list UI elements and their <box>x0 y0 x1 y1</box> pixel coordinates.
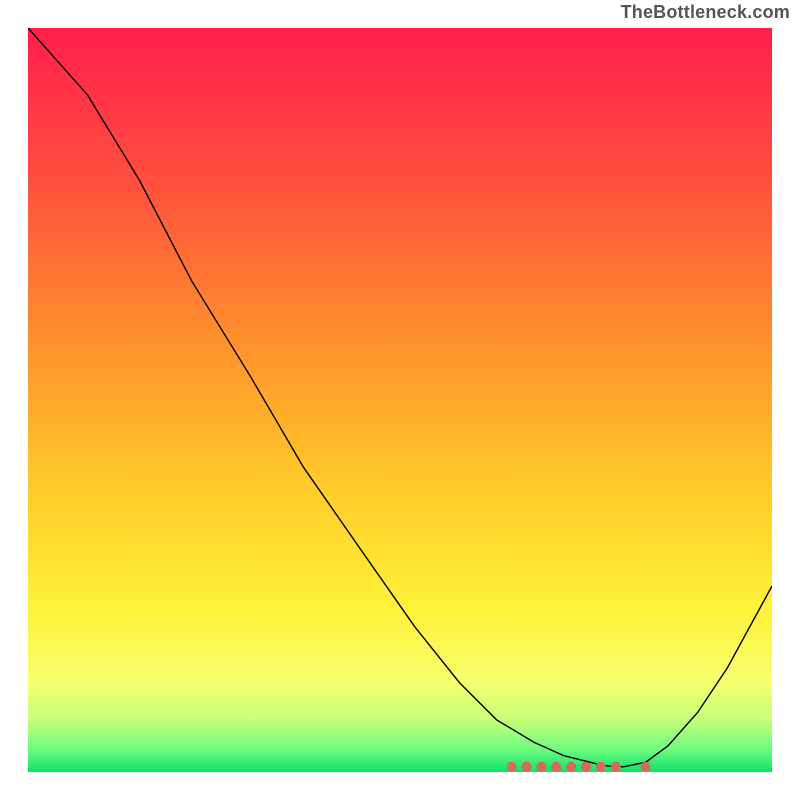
optimum-point-marker <box>566 762 576 772</box>
chart-svg <box>28 28 772 772</box>
attribution-text: TheBottleneck.com <box>621 2 790 23</box>
chart-plot-area <box>28 28 772 772</box>
optimum-point-marker <box>641 762 651 772</box>
optimum-point-marker <box>581 762 591 772</box>
chart-background-gradient <box>28 28 772 772</box>
optimum-point-marker <box>611 762 621 772</box>
optimum-point-marker <box>536 762 546 772</box>
optimum-point-marker <box>551 762 561 772</box>
optimum-point-marker <box>521 762 531 772</box>
optimum-point-marker <box>596 762 606 772</box>
optimum-point-marker <box>507 762 517 772</box>
